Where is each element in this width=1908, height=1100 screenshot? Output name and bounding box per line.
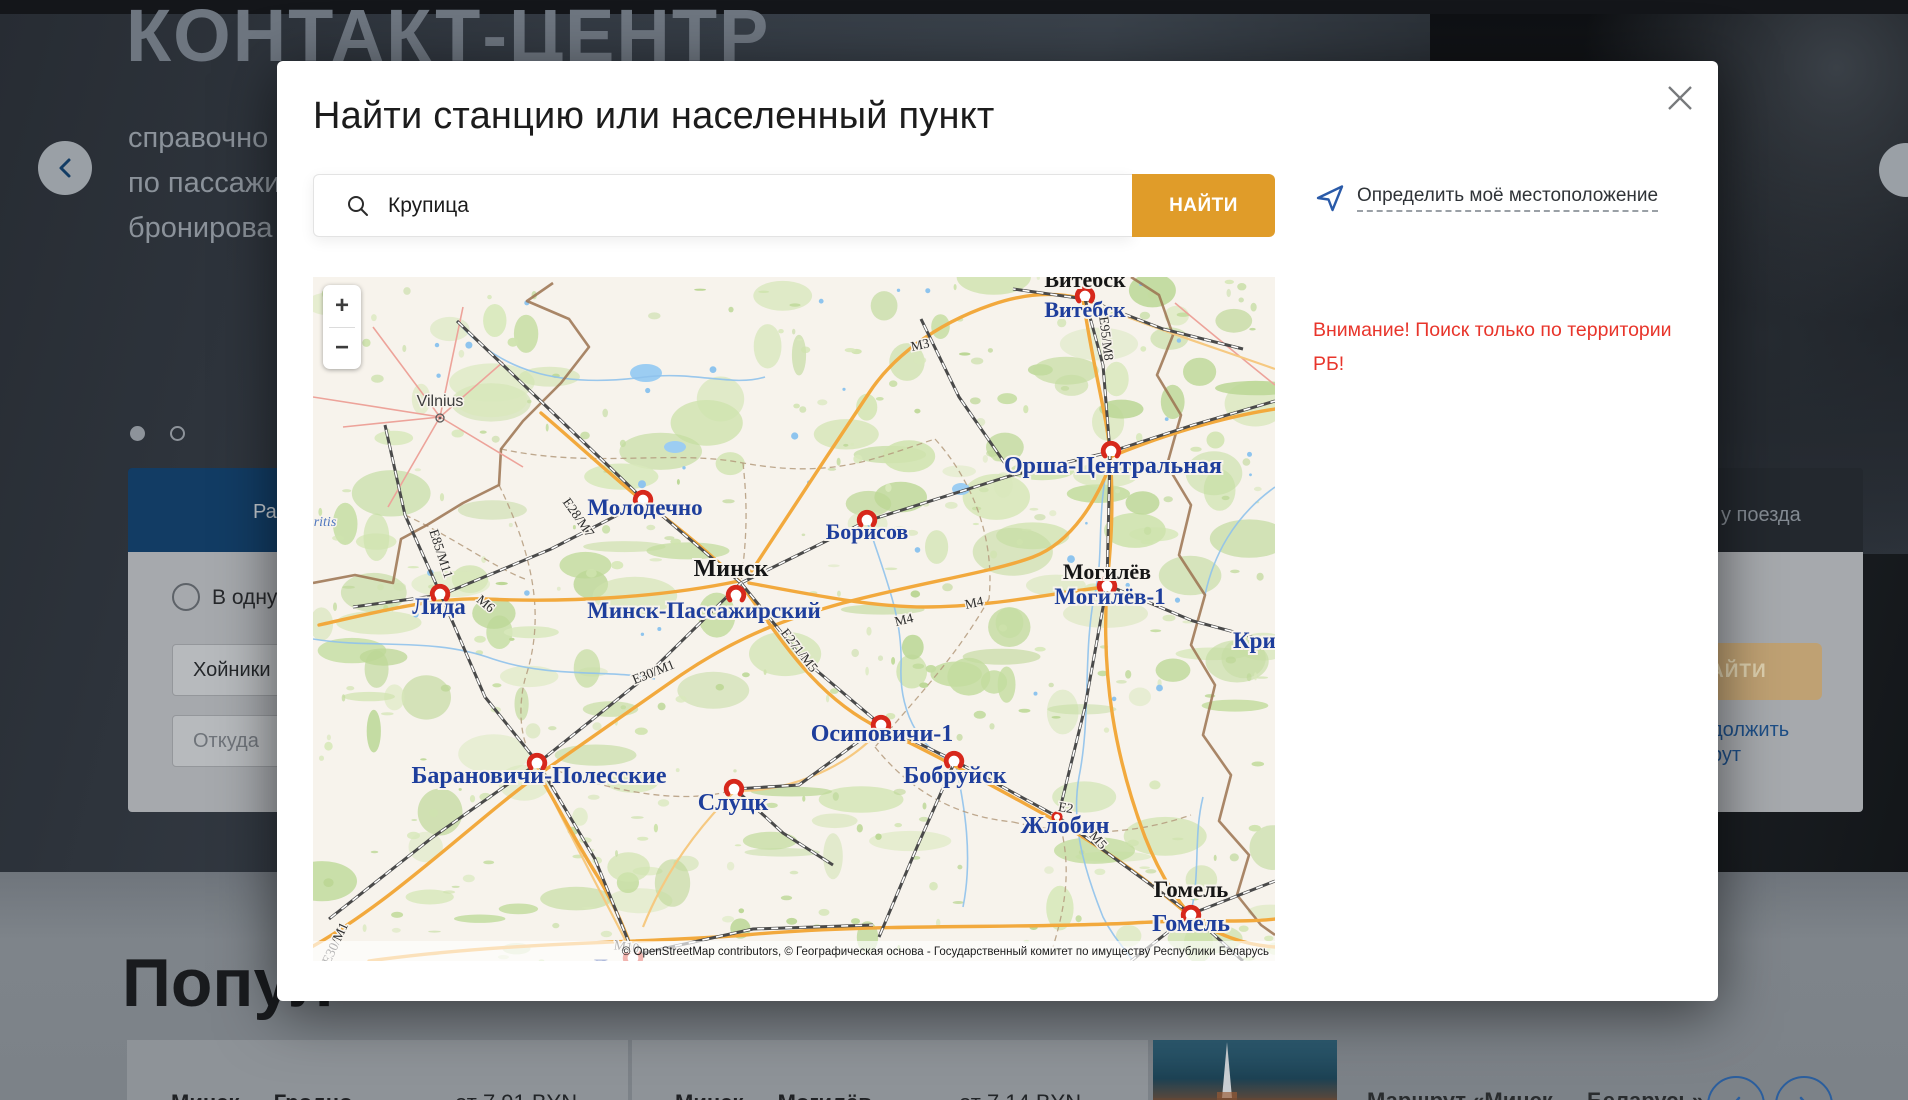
map-station-label[interactable]: Минск-Пассажирский bbox=[587, 598, 821, 623]
map-zoom-control: + − bbox=[323, 285, 361, 369]
station-search-modal: Найти станцию или населенный пункт НАЙТИ… bbox=[277, 61, 1718, 1001]
map-station-label[interactable]: Борисов bbox=[826, 519, 909, 544]
search-warning: Внимание! Поиск только по территории РБ! bbox=[1313, 313, 1693, 381]
map-zoom-in-button[interactable]: + bbox=[323, 285, 361, 327]
map-container[interactable]: Витебск Минск Могилёв Гомель Витебск Орша-Цен… bbox=[313, 277, 1275, 961]
route-price: от 7,91 BYN bbox=[455, 1090, 577, 1100]
tab-train-number-label[interactable]: у поезда bbox=[1721, 504, 1801, 527]
map-zoom-out-button[interactable]: − bbox=[323, 328, 361, 370]
map-station-label[interactable]: Гомель bbox=[1152, 911, 1230, 937]
route-card[interactable]: Минск — Могилёв от 7,14 BYN bbox=[632, 1040, 1148, 1100]
station-search-input[interactable] bbox=[386, 193, 1070, 219]
map-station-label[interactable]: Могилёв-1 bbox=[1054, 584, 1165, 609]
search-icon bbox=[346, 194, 370, 218]
chevron-left-icon bbox=[1730, 1096, 1742, 1100]
hero-subtitle: справочно по пассажи бронирова bbox=[128, 116, 280, 251]
locate-arrow-icon bbox=[1315, 183, 1345, 213]
map-city-label: Витебск bbox=[1044, 277, 1126, 292]
hero-subtitle-line: справочно bbox=[128, 116, 280, 161]
continue-route-link[interactable]: должить bbox=[1711, 719, 1789, 742]
route-price: от 7,14 BYN bbox=[959, 1090, 1081, 1100]
map-city-label: Могилёв bbox=[1063, 559, 1151, 584]
map-city-label: Минск bbox=[694, 556, 769, 582]
promo-photo[interactable] bbox=[1153, 1040, 1337, 1100]
find-button[interactable]: НАЙТИ bbox=[1132, 174, 1275, 237]
carousel-dot-active[interactable] bbox=[130, 426, 145, 441]
map-station-label[interactable]: Осиповичи-1 bbox=[811, 721, 954, 747]
route-label: Минск — Гродно bbox=[171, 1090, 353, 1100]
route-label: Минск — Могилёв bbox=[675, 1090, 872, 1100]
modal-title: Найти станцию или населенный пункт bbox=[313, 95, 995, 138]
chevron-left-icon bbox=[57, 157, 73, 179]
hero-prev-button[interactable] bbox=[38, 141, 92, 195]
locate-link[interactable]: Определить моё местоположение bbox=[1315, 183, 1658, 213]
map-city-label: Гомель bbox=[1154, 877, 1229, 902]
page: КОНТАКТ-ЦЕНТР справочно по пассажи брони… bbox=[0, 0, 1908, 1100]
hero-subtitle-line: бронирова bbox=[128, 206, 280, 251]
map-attribution: © OpenStreetMap contributors, © Географи… bbox=[622, 946, 1269, 958]
locate-link-label: Определить моё местоположение bbox=[1357, 185, 1658, 212]
map-station-label[interactable]: Лида bbox=[412, 594, 466, 619]
close-icon[interactable] bbox=[1660, 79, 1700, 119]
map-station-label[interactable]: Барановичи-Полесские bbox=[412, 763, 667, 789]
one-way-radio-label[interactable]: В одну bbox=[212, 586, 277, 610]
map-station-label[interactable]: Кри bbox=[1233, 628, 1275, 653]
one-way-radio[interactable] bbox=[172, 583, 200, 611]
search-field[interactable] bbox=[313, 174, 1132, 237]
carousel-dot[interactable] bbox=[170, 426, 185, 441]
map-place-label: ritis bbox=[314, 515, 337, 530]
map-place-label: Vilnius bbox=[417, 393, 464, 410]
map-station-label[interactable]: Слуцк bbox=[698, 790, 769, 816]
hero-subtitle-line: по пассажи bbox=[128, 161, 280, 206]
tab-schedule-label[interactable]: Ра bbox=[253, 501, 277, 524]
chevron-right-icon bbox=[1798, 1096, 1810, 1100]
tower-photo-graphic bbox=[1153, 1040, 1337, 1100]
map-station-label[interactable]: Орша-Центральная bbox=[1004, 453, 1222, 479]
map-station-label[interactable]: Витебск bbox=[1044, 297, 1126, 322]
map-canvas[interactable]: Витебск Минск Могилёв Гомель Витебск Орша-Цен… bbox=[313, 277, 1275, 961]
promo-route-label: Маршрут «Минск — Беларусь» bbox=[1367, 1088, 1704, 1100]
map-station-label[interactable]: Бобруйск bbox=[903, 763, 1006, 789]
map-road-label: Е2 bbox=[1057, 799, 1074, 816]
route-card[interactable]: Минск — Гродно от 7,91 BYN bbox=[127, 1040, 628, 1100]
map-station-label[interactable]: Молодечно bbox=[587, 495, 702, 520]
